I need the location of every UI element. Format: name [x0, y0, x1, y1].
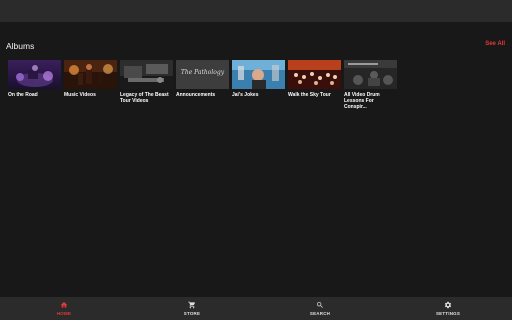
album-card[interactable]: On the Road [8, 60, 61, 98]
album-card[interactable]: All Video Drum Lessons For Conspir... [344, 60, 397, 110]
bottom-navigation: HOME STORE SEARCH SETTINGS [0, 297, 512, 320]
nav-home-label: HOME [56, 311, 72, 316]
album-label: All Video Drum Lessons For Conspir... [344, 92, 380, 110]
album-card[interactable]: Legacy of The Beast Tour Videos [120, 60, 173, 104]
cart-icon [188, 301, 196, 309]
album-thumbnail[interactable] [8, 60, 61, 89]
nav-store-label: STORE [183, 311, 201, 316]
album-card[interactable]: Walk the Sky Tour [288, 60, 341, 98]
album-label: Legacy of The Beast Tour Videos [120, 92, 169, 104]
nav-home[interactable]: HOME [0, 297, 128, 320]
home-icon [60, 301, 68, 309]
gear-icon [444, 301, 452, 309]
album-thumbnail[interactable] [232, 60, 285, 89]
album-label: Announcements [176, 92, 216, 98]
album-card[interactable]: Jai's Jokes [232, 60, 285, 98]
album-thumbnail[interactable]: The Pathology [176, 60, 229, 89]
albums-section-header: Albums See All [0, 38, 512, 54]
album-thumbnail[interactable] [64, 60, 117, 89]
nav-settings-label: SETTINGS [435, 311, 461, 316]
search-icon [316, 301, 324, 309]
section-title: Albums [6, 41, 35, 51]
nav-settings[interactable]: SETTINGS [384, 297, 512, 320]
albums-carousel[interactable]: On the Road Music Videos Legacy of The B… [8, 60, 508, 120]
top-app-bar [0, 0, 512, 22]
see-all-link[interactable]: See All [485, 41, 505, 47]
nav-search[interactable]: SEARCH [256, 297, 384, 320]
album-thumbnail[interactable] [288, 60, 341, 89]
album-label: Walk the Sky Tour [288, 92, 331, 98]
album-thumbnail-logo: The Pathology [180, 69, 225, 76]
album-label: Jai's Jokes [232, 92, 259, 98]
album-label: Music Videos [64, 92, 96, 98]
album-card[interactable]: The Pathology Announcements [176, 60, 229, 98]
album-label: On the Road [8, 92, 38, 98]
album-thumbnail[interactable] [120, 60, 173, 89]
album-card[interactable]: Music Videos [64, 60, 117, 98]
nav-store[interactable]: STORE [128, 297, 256, 320]
nav-search-label: SEARCH [309, 311, 331, 316]
album-thumbnail[interactable] [344, 60, 397, 89]
